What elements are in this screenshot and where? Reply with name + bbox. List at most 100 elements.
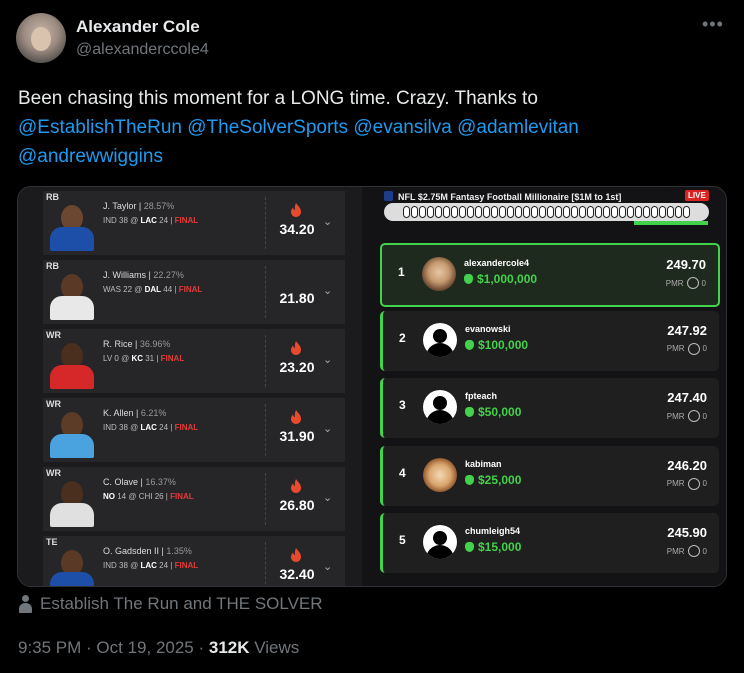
chevron-down-icon[interactable]: ⌄ [323,284,332,297]
toggle-dot [547,206,554,218]
player-score: 32.40 [279,566,315,582]
rank-number: 3 [399,398,406,412]
toggle-dot [659,206,666,218]
pmr-indicator: PMR 0 [666,477,707,490]
toggle-dot [651,206,658,218]
toggle-dot [595,206,602,218]
pmr-indicator: PMR 0 [666,545,707,557]
player-photo [47,548,97,586]
toggle-dot [531,206,538,218]
mention-link[interactable]: @andrewwiggins [18,146,163,167]
toggle-dot [627,206,634,218]
view-count: 312K [208,638,250,657]
money-bag-icon [465,407,474,417]
attribution[interactable]: Establish The Run and THE SOLVER [18,594,323,614]
standings-row[interactable]: 5 chumleigh54 $15,000 245.90 PMR 0 [380,513,719,573]
live-badge: LIVE [685,190,709,201]
author-avatar[interactable] [16,13,66,63]
toggle-dot [587,206,594,218]
rank-number: 4 [399,465,406,480]
nfl-logo-icon [384,191,393,201]
username: fpteach [465,391,498,401]
player-score: 26.80 [279,497,315,513]
username: alexandercole4 [464,258,530,268]
author-name[interactable]: Alexander Cole [76,17,200,37]
toggle-dot [635,206,642,218]
chevron-down-icon[interactable]: ⌄ [323,215,332,228]
media-image[interactable]: RB J. Taylor | 28.57% IND 38 @ LAC 24 | FI… [17,186,727,587]
lineup-card[interactable]: WR C. Olave | 16.37% NO 14 @ CHI 26 | FINA… [43,467,345,531]
game-result: WAS 22 @ DAL 44 | FINAL [103,285,203,294]
mention-link[interactable]: @TheSolverSports [187,117,348,138]
prize-amount: $25,000 [465,473,521,487]
toggle-dot [475,206,482,218]
player-name: C. Olave | 16.37% [103,477,176,487]
toggle-dot [435,206,442,218]
mention-link[interactable]: @evansilva [353,117,452,138]
lineup-card[interactable]: WR R. Rice | 36.96% LV 0 @ KC 31 | FINAL 23… [43,329,345,393]
lineup-card[interactable]: RB J. Taylor | 28.57% IND 38 @ LAC 24 | FI… [43,191,345,255]
pmr-indicator: PMR 0 [666,410,707,422]
toggle-dot [539,206,546,218]
prize-amount: $1,000,000 [464,272,537,286]
toggle-dot [675,206,682,218]
flame-icon [291,203,301,217]
more-icon[interactable]: ••• [702,14,724,35]
clock-icon [687,545,700,557]
player-score: 23.20 [279,359,315,375]
standings-row[interactable]: 1 alexandercole4 $1,000,000 249.70 PMR 0 [380,243,720,307]
toggle-dot [507,206,514,218]
username: evanowski [465,323,511,334]
lineup-card[interactable]: TE O. Gadsden II | 1.35% IND 38 @ LAC 24 |… [43,536,345,586]
toggle-dot [643,206,650,218]
standings-row[interactable]: 3 fpteach $50,000 247.40 PMR 0 [380,378,719,438]
player-photo [47,341,97,389]
money-bag-icon [465,542,474,552]
chevron-down-icon[interactable]: ⌄ [323,491,332,504]
username: chumleigh54 [465,526,521,536]
chevron-down-icon[interactable]: ⌄ [323,560,332,573]
standings-row[interactable]: 2 evanowski $100,000 247.92 PMR 0 [380,310,719,371]
player-score: 31.90 [279,428,315,444]
lineup-card[interactable]: RB J. Williams | 22.27% WAS 22 @ DAL 44 | … [43,260,345,324]
standings-row[interactable]: 4 kabiman $25,000 246.20 PMR 0 [380,445,719,506]
toggle-dot [403,206,410,218]
player-score: 34.20 [279,221,315,237]
progress-bar [634,221,708,225]
chevron-down-icon[interactable]: ⌄ [323,353,332,366]
chevron-down-icon[interactable]: ⌄ [323,422,332,435]
toggle-dot [483,206,490,218]
divider [265,266,266,318]
clock-icon [687,477,700,490]
tweet-date[interactable]: Oct 19, 2025 [96,638,193,657]
tweet-meta: 9:35 PM · Oct 19, 2025 · 312K Views [18,638,299,658]
toggle-dot [467,206,474,218]
person-icon [18,595,32,613]
player-name: J. Taylor | 28.57% [103,201,175,211]
points-total: 249.70 [666,257,706,272]
points-total: 247.92 [667,322,707,338]
player-score: 21.80 [279,290,315,306]
pmr-indicator: PMR 0 [666,342,707,355]
rank-number: 5 [399,533,406,547]
mention-link[interactable]: @EstablishTheRun [18,117,182,138]
mention-link[interactable]: @adamlevitan [457,117,579,138]
toggle-dot [603,206,610,218]
money-bag-icon [465,474,474,485]
tweet-body: Been chasing this moment for a LONG time… [18,88,538,109]
user-avatar [423,322,457,357]
prize-amount: $15,000 [465,540,521,554]
user-avatar [423,525,457,559]
flame-icon [291,341,301,355]
username: kabiman [465,458,502,469]
money-bag-icon [465,339,474,350]
meta-separator: · [81,638,97,657]
user-avatar [422,257,456,291]
lineup-card[interactable]: WR K. Allen | 6.21% IND 38 @ LAC 24 | FINA… [43,398,345,462]
user-avatar [423,457,457,492]
divider [265,335,266,387]
tweet-time[interactable]: 9:35 PM [18,638,81,657]
game-result: IND 38 @ LAC 24 | FINAL [103,216,199,225]
toggle-dot [443,206,450,218]
author-handle[interactable]: @alexanderccole4 [76,41,209,59]
